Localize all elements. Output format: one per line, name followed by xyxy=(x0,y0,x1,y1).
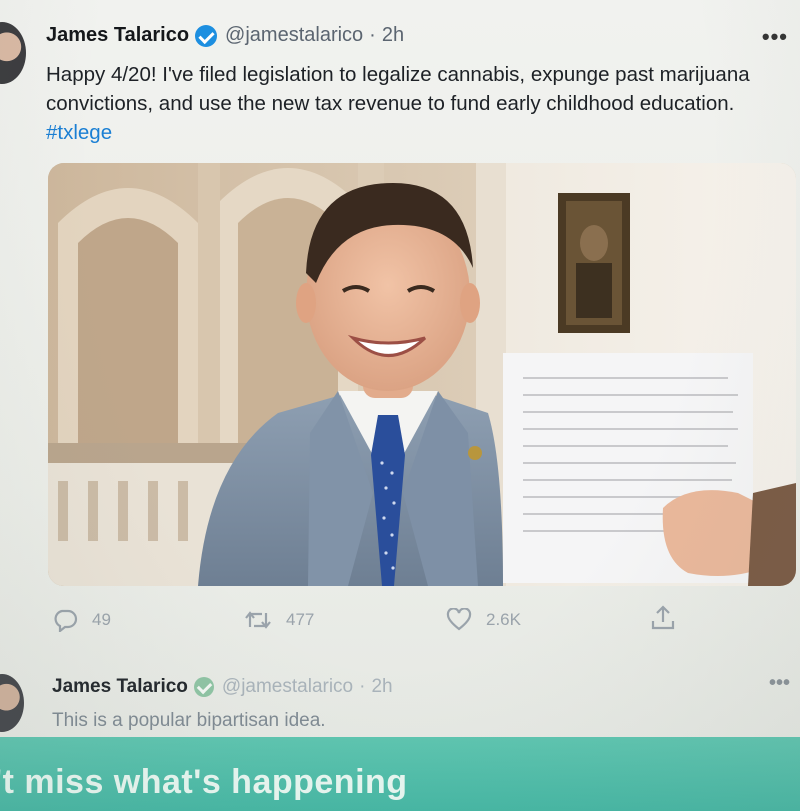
tweet-photo[interactable] xyxy=(48,163,796,586)
like-button[interactable]: 2.6K xyxy=(446,608,521,632)
more-options-icon[interactable]: ••• xyxy=(762,24,788,50)
banner-headline: 't miss what's happening xyxy=(0,763,408,801)
verified-badge-icon xyxy=(195,24,218,47)
tweet-time[interactable]: 2h xyxy=(371,676,392,698)
author-handle[interactable]: @jamestalarico xyxy=(222,676,353,698)
reply-icon xyxy=(54,609,78,632)
tweet-text: This is a popular bipartisan idea. xyxy=(52,710,326,731)
photo-illustration xyxy=(48,163,796,586)
author-name[interactable]: James Talarico xyxy=(52,676,188,698)
separator-dot: · xyxy=(369,24,376,46)
hashtag-link[interactable]: #txlege xyxy=(46,121,112,144)
tweet-text: Happy 4/20! I've filed legislation to le… xyxy=(46,60,792,147)
tweet-header: James Talarico @jamestalarico · 2h xyxy=(52,676,393,698)
reply-button[interactable]: 49 xyxy=(52,608,111,632)
avatar[interactable] xyxy=(0,674,24,732)
signup-banner: 't miss what's happening xyxy=(0,737,800,811)
share-button[interactable] xyxy=(650,604,690,632)
verified-badge-icon xyxy=(193,677,214,697)
reply-count: 49 xyxy=(92,610,111,629)
tweet-time[interactable]: 2h xyxy=(382,24,404,47)
thread-tweet[interactable]: James Talarico @jamestalarico · 2h ••• T… xyxy=(0,660,800,740)
author-handle[interactable]: @jamestalarico xyxy=(225,24,363,47)
more-options-icon[interactable]: ••• xyxy=(769,672,790,695)
like-count: 2.6K xyxy=(486,610,521,629)
avatar[interactable] xyxy=(0,22,26,84)
heart-icon xyxy=(446,608,472,631)
share-icon xyxy=(651,605,675,630)
tweet-header: James Talarico @jamestalarico · 2h xyxy=(46,24,404,47)
separator-dot: · xyxy=(359,676,366,697)
tweet-actions: 49 477 2.6K xyxy=(0,600,800,640)
tweet-body: Happy 4/20! I've filed legislation to le… xyxy=(46,63,750,115)
retweet-icon xyxy=(245,611,271,629)
screen: James Talarico @jamestalarico · 2h ••• H… xyxy=(0,0,800,811)
retweet-count: 477 xyxy=(286,610,315,629)
author-name[interactable]: James Talarico xyxy=(46,24,189,47)
retweet-button[interactable]: 477 xyxy=(244,608,314,632)
